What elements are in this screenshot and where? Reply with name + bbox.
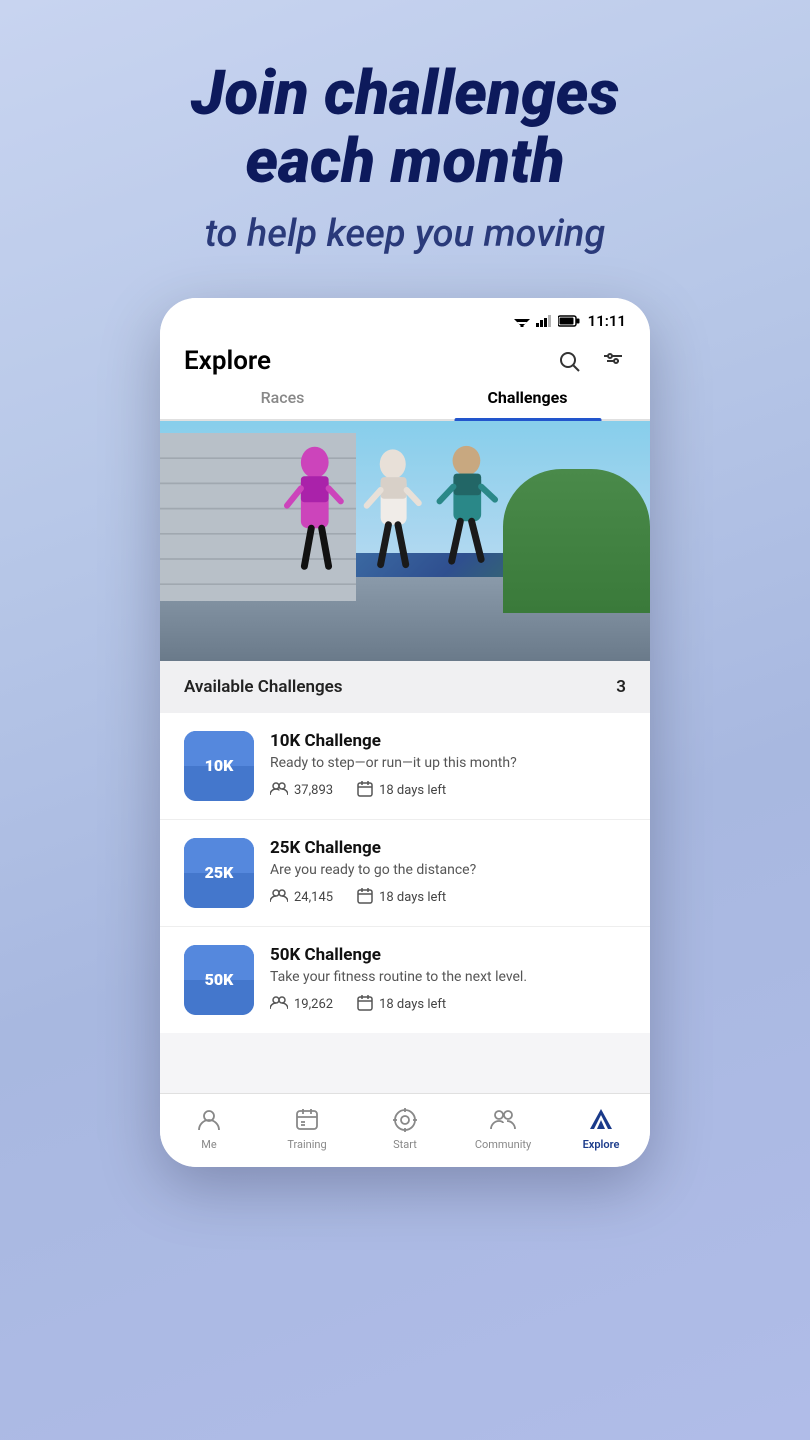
- challenge-item-50k[interactable]: 50K 50K Challenge Take your fitness rout…: [160, 927, 650, 1033]
- participants-50k: 19,262: [270, 995, 333, 1014]
- status-time: 11:11: [588, 312, 626, 330]
- signal-icon: [536, 315, 552, 327]
- header-icons: [556, 348, 626, 374]
- app-title: Explore: [184, 346, 271, 376]
- participant-count-50k: 19,262: [294, 997, 333, 1012]
- nav-label-start: Start: [393, 1138, 417, 1151]
- participant-count-10k: 37,893: [294, 783, 333, 798]
- wifi-icon: [514, 315, 530, 327]
- challenge-desc-10k: Ready to step—or run—it up this month?: [270, 755, 626, 771]
- nav-item-community[interactable]: Community: [454, 1106, 552, 1151]
- nav-label-explore: Explore: [583, 1138, 620, 1151]
- search-icon[interactable]: [556, 348, 582, 374]
- battery-icon: [558, 315, 580, 327]
- challenges-header: Available Challenges 3: [160, 661, 650, 713]
- challenge-thumb-50k: 50K: [184, 945, 254, 1015]
- explore-icon: [587, 1106, 615, 1134]
- thumb-25k-label: 25K: [205, 863, 234, 882]
- thumb-10k-label: 10K: [205, 756, 234, 775]
- nav-label-training: Training: [287, 1138, 326, 1151]
- bottom-nav: Me Training: [160, 1093, 650, 1167]
- days-50k: 18 days left: [357, 995, 446, 1015]
- hero-title: Join challenges each month: [191, 60, 620, 196]
- content-spacer: [160, 1033, 650, 1093]
- challenge-meta-10k: 37,893 18 days left: [270, 781, 626, 801]
- challenge-meta-50k: 19,262 18 days left: [270, 995, 626, 1015]
- nav-label-community: Community: [475, 1138, 531, 1151]
- community-icon: [489, 1106, 517, 1134]
- people-icon-10k: [270, 781, 288, 800]
- nav-item-me[interactable]: Me: [160, 1106, 258, 1151]
- people-icon-50k: [270, 995, 288, 1014]
- tab-challenges[interactable]: Challenges: [405, 388, 650, 419]
- participants-25k: 24,145: [270, 888, 333, 907]
- status-bar: 11:11: [160, 298, 650, 338]
- challenge-name-50k: 50K Challenge: [270, 945, 626, 965]
- challenge-info-50k: 50K Challenge Take your fitness routine …: [270, 945, 626, 1015]
- challenge-item-25k[interactable]: 25K 25K Challenge Are you ready to go th…: [160, 820, 650, 927]
- me-icon: [195, 1106, 223, 1134]
- days-left-10k: 18 days left: [379, 783, 446, 798]
- challenge-info-10k: 10K Challenge Ready to step—or run—it up…: [270, 731, 626, 801]
- tabs-bar: Races Challenges: [160, 376, 650, 421]
- participants-10k: 37,893: [270, 781, 333, 800]
- days-left-25k: 18 days left: [379, 890, 446, 905]
- challenge-thumb-10k: 10K: [184, 731, 254, 801]
- challenge-info-25k: 25K Challenge Are you ready to go the di…: [270, 838, 626, 908]
- status-icons: [514, 315, 580, 327]
- challenge-thumb-25k: 25K: [184, 838, 254, 908]
- tab-races[interactable]: Races: [160, 388, 405, 419]
- hero-image: [160, 421, 650, 661]
- participant-count-25k: 24,145: [294, 890, 333, 905]
- calendar-icon-50k: [357, 995, 373, 1015]
- challenges-title: Available Challenges: [184, 677, 343, 697]
- nav-label-me: Me: [201, 1138, 216, 1151]
- challenge-meta-25k: 24,145 18 days left: [270, 888, 626, 908]
- people-icon-25k: [270, 888, 288, 907]
- start-icon: [391, 1106, 419, 1134]
- runners-svg: [209, 445, 577, 601]
- days-left-50k: 18 days left: [379, 997, 446, 1012]
- app-header: Explore: [160, 338, 650, 376]
- challenge-name-10k: 10K Challenge: [270, 731, 626, 751]
- challenge-desc-25k: Are you ready to go the distance?: [270, 862, 626, 878]
- nav-item-explore[interactable]: Explore: [552, 1106, 650, 1151]
- days-10k: 18 days left: [357, 781, 446, 801]
- calendar-icon-10k: [357, 781, 373, 801]
- thumb-50k-label: 50K: [205, 970, 234, 989]
- days-25k: 18 days left: [357, 888, 446, 908]
- challenge-list: 10K 10K Challenge Ready to step—or run—i…: [160, 713, 650, 1033]
- training-icon: [293, 1106, 321, 1134]
- challenge-name-25k: 25K Challenge: [270, 838, 626, 858]
- hero-text: Join challenges each month to help keep …: [191, 60, 620, 258]
- nav-item-training[interactable]: Training: [258, 1106, 356, 1151]
- challenge-item-10k[interactable]: 10K 10K Challenge Ready to step—or run—i…: [160, 713, 650, 820]
- hero-section: Join challenges each month to help keep …: [191, 60, 620, 298]
- calendar-icon-25k: [357, 888, 373, 908]
- challenge-desc-50k: Take your fitness routine to the next le…: [270, 969, 626, 985]
- phone-frame: 11:11 Explore Race: [160, 298, 650, 1167]
- nav-item-start[interactable]: Start: [356, 1106, 454, 1151]
- challenges-count: 3: [616, 677, 626, 697]
- hero-subtitle: to help keep you moving: [191, 212, 620, 258]
- filter-icon[interactable]: [600, 348, 626, 374]
